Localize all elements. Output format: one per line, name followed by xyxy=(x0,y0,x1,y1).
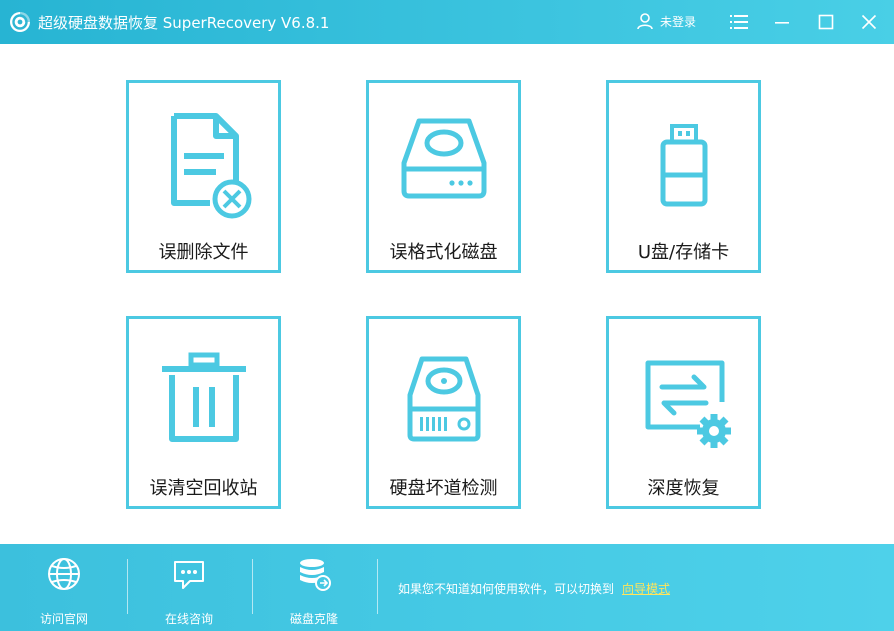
divider xyxy=(377,559,378,614)
footer-label: 磁盘克隆 xyxy=(289,612,338,626)
deep-recovery-icon xyxy=(645,360,731,448)
chat-icon xyxy=(174,561,204,589)
card-label: 硬盘坏道检测 xyxy=(389,478,498,499)
card-bad-sector-check[interactable]: 硬盘坏道检测 xyxy=(366,316,521,509)
card-formatted-disk[interactable]: 误格式化磁盘 xyxy=(366,80,521,273)
card-deep-recovery[interactable]: 深度恢复 xyxy=(606,316,761,509)
card-label: 误清空回收站 xyxy=(149,478,258,499)
card-label: 误格式化磁盘 xyxy=(389,242,498,263)
trash-bin-icon xyxy=(161,352,246,442)
hard-drive-icon xyxy=(401,118,486,199)
card-deleted-file[interactable]: 误删除文件 xyxy=(126,80,281,273)
database-icon xyxy=(300,559,331,591)
window-title: 超级硬盘数据恢复 SuperRecovery V6.8.1 xyxy=(38,14,330,32)
close-button[interactable] xyxy=(857,10,881,34)
help-hint: 如果您不知道如何使用软件，可以切换到 向导模式 xyxy=(398,580,670,597)
title-bar[interactable]: 超级硬盘数据恢复 SuperRecovery V6.8.1 未登录 xyxy=(0,0,894,44)
deleted-file-icon xyxy=(170,113,251,219)
divider xyxy=(252,559,253,614)
maximize-icon xyxy=(818,14,834,30)
disk-clone-button[interactable]: 磁盘克隆 xyxy=(254,554,374,626)
card-label: U盘/存储卡 xyxy=(637,242,730,263)
minimize-button[interactable] xyxy=(770,10,794,34)
wizard-mode-link[interactable]: 向导模式 xyxy=(622,582,670,596)
close-icon xyxy=(861,14,877,30)
user-icon xyxy=(637,13,653,30)
login-button[interactable]: 未登录 xyxy=(636,12,696,30)
globe-icon xyxy=(48,558,80,590)
login-label: 未登录 xyxy=(660,14,697,29)
hdd-scan-icon xyxy=(407,356,480,442)
card-label: 深度恢复 xyxy=(647,478,720,499)
footer-bar: 访问官网 在线咨询 磁盘克隆 如果您不知道如何使用软件，可以切换到 向导模式 xyxy=(0,544,894,631)
online-consult-button[interactable]: 在线咨询 xyxy=(129,554,249,626)
menu-button[interactable] xyxy=(727,10,751,34)
footer-label: 在线咨询 xyxy=(164,612,213,626)
minimize-icon xyxy=(775,22,789,24)
footer-label: 访问官网 xyxy=(39,612,88,626)
menu-icon xyxy=(730,15,748,29)
hint-text: 如果您不知道如何使用软件，可以切换到 xyxy=(398,582,615,596)
card-label: 误删除文件 xyxy=(158,242,249,263)
app-window: 超级硬盘数据恢复 SuperRecovery V6.8.1 未登录 误删除文件 … xyxy=(0,0,894,631)
app-logo-icon xyxy=(10,12,30,32)
main-panel: 误删除文件 误格式化磁盘 U盘/存储卡 误清空回收站 硬盘坏道检测 深度恢复 xyxy=(0,44,894,544)
usb-drive-icon xyxy=(660,124,707,207)
card-usb-drive[interactable]: U盘/存储卡 xyxy=(606,80,761,273)
divider xyxy=(127,559,128,614)
visit-website-button[interactable]: 访问官网 xyxy=(4,554,124,626)
maximize-button[interactable] xyxy=(814,10,838,34)
card-recycle-bin[interactable]: 误清空回收站 xyxy=(126,316,281,509)
